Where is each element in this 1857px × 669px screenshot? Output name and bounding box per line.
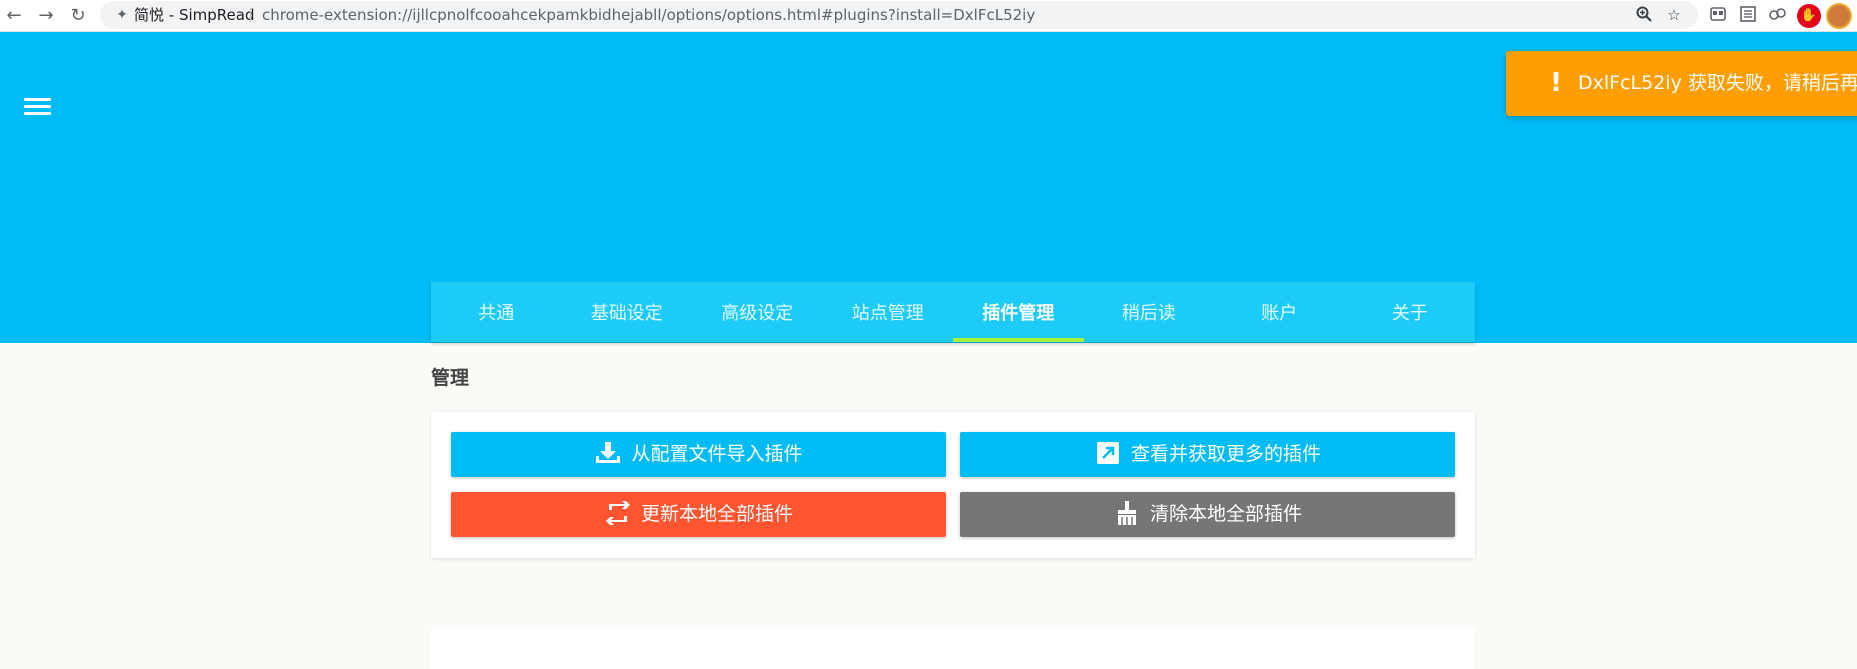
exclamation-icon: ! bbox=[1550, 68, 1562, 98]
update-all-plugins-button[interactable]: 更新本地全部插件 bbox=[451, 492, 946, 537]
toast-message: DxlFcL52iy 获取失败，请稍后再试。 bbox=[1578, 72, 1857, 94]
address-bar[interactable]: ✦ 简悦 - SimpRead chrome-extension://ijllc… bbox=[100, 1, 1698, 29]
plugin-management-card: 从配置文件导入插件 查看并获取更多的插件 更新本地全部插件 清除本地全部插件 bbox=[431, 412, 1475, 558]
reader-extension-icon[interactable] bbox=[1737, 5, 1759, 27]
tab-advanced-settings[interactable]: 高级设定 bbox=[692, 282, 823, 342]
import-plugins-button[interactable]: 从配置文件导入插件 bbox=[451, 432, 946, 477]
adblock-stop-icon[interactable]: ✋ bbox=[1797, 4, 1821, 28]
back-arrow-icon[interactable]: ← bbox=[2, 4, 26, 28]
zoom-icon[interactable] bbox=[1634, 5, 1654, 25]
tab-basic-settings[interactable]: 基础设定 bbox=[562, 282, 693, 342]
tab-site-management[interactable]: 站点管理 bbox=[823, 282, 954, 342]
section-title: 管理 bbox=[431, 367, 470, 389]
forward-arrow-icon[interactable]: → bbox=[34, 4, 58, 28]
settings-tabs: 共通 基础设定 高级设定 站点管理 插件管理 稍后读 账户 关于 bbox=[431, 282, 1475, 342]
external-link-icon bbox=[1094, 439, 1122, 467]
tab-account[interactable]: 账户 bbox=[1214, 282, 1345, 342]
tab-read-later[interactable]: 稍后读 bbox=[1084, 282, 1215, 342]
download-icon bbox=[594, 439, 622, 467]
url-text[interactable]: chrome-extension://ijllcpnolfcooahcekpam… bbox=[262, 1, 1035, 29]
clear-all-plugins-button[interactable]: 清除本地全部插件 bbox=[960, 492, 1455, 537]
broom-icon bbox=[1113, 499, 1141, 527]
bookmark-star-icon[interactable]: ☆ bbox=[1664, 5, 1684, 25]
extension-grid-icon[interactable] bbox=[1707, 5, 1729, 27]
url-separator bbox=[250, 8, 251, 22]
plugin-list-panel bbox=[431, 628, 1475, 669]
hamburger-menu-icon[interactable] bbox=[24, 98, 52, 120]
update-all-plugins-label: 更新本地全部插件 bbox=[640, 503, 793, 525]
error-toast[interactable]: ! DxlFcL52iy 获取失败，请稍后再试。 bbox=[1506, 51, 1857, 116]
tab-general[interactable]: 共通 bbox=[431, 282, 562, 342]
get-more-plugins-button[interactable]: 查看并获取更多的插件 bbox=[960, 432, 1455, 477]
tab-plugin-management[interactable]: 插件管理 bbox=[953, 282, 1084, 342]
reload-icon[interactable]: ↻ bbox=[66, 4, 90, 28]
site-name: 简悦 - SimpRead bbox=[134, 6, 255, 24]
import-plugins-label: 从配置文件导入插件 bbox=[631, 443, 803, 465]
tab-about[interactable]: 关于 bbox=[1345, 282, 1476, 342]
profile-avatar[interactable] bbox=[1826, 3, 1852, 29]
cloud-link-icon[interactable] bbox=[1767, 5, 1789, 27]
clear-all-plugins-label: 清除本地全部插件 bbox=[1149, 503, 1302, 525]
browser-toolbar: ← → ↻ ✦ 简悦 - SimpRead chrome-extension:/… bbox=[0, 0, 1857, 32]
puzzle-piece-icon: ✦ bbox=[116, 7, 128, 23]
refresh-icon bbox=[604, 499, 632, 527]
get-more-plugins-label: 查看并获取更多的插件 bbox=[1130, 443, 1321, 465]
